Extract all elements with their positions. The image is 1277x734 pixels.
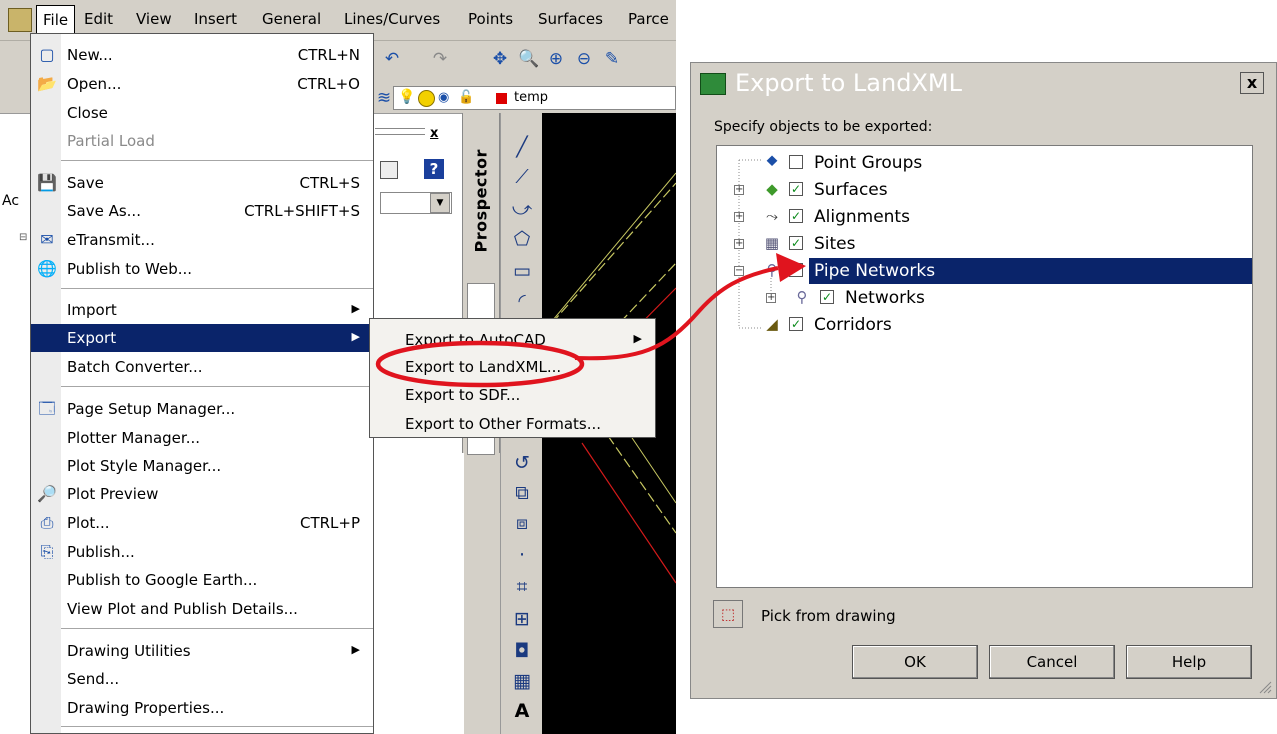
annotation-arrow-path (574, 266, 779, 361)
annotation-arrowhead (776, 253, 806, 282)
annotation-overlay (375, 253, 806, 388)
annotation-circle (375, 340, 585, 388)
